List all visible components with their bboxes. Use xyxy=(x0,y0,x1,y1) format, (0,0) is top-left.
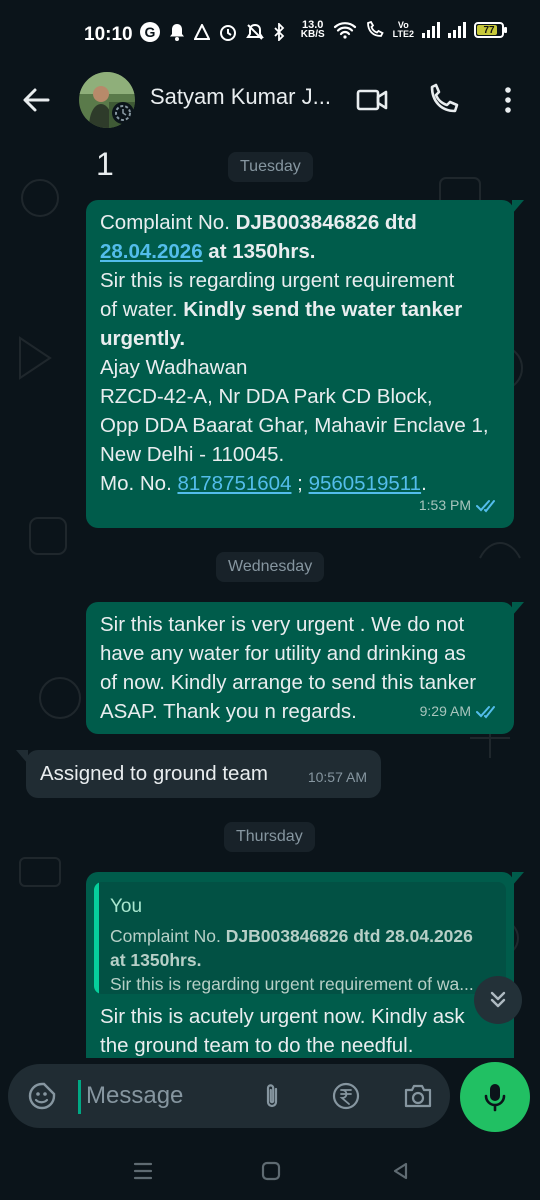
quote-bar xyxy=(94,882,99,994)
message-input-container[interactable]: Message xyxy=(8,1064,450,1128)
status-bar: 10:10 G 13.0 KB/S Vo LTE2 77 xyxy=(0,0,540,70)
navigation-arrow-icon xyxy=(194,24,210,40)
read-receipt-icon xyxy=(476,499,495,512)
outgoing-message-reply[interactable]: You Complaint No. DJB003846826 dtd 28.04… xyxy=(86,872,524,1058)
alarm-icon xyxy=(220,25,236,41)
outgoing-message-complaint[interactable]: Complaint No. DJB003846826 dtd 28.04.202… xyxy=(86,200,524,528)
date-chip-thursday: Thursday xyxy=(224,822,315,852)
message-text: Assigned to ground team xyxy=(40,762,268,785)
rupee-payment-icon[interactable] xyxy=(328,1078,364,1114)
notification-bell-icon xyxy=(170,24,184,41)
battery-level: 77 xyxy=(483,24,495,36)
mic-icon xyxy=(484,1084,506,1112)
home-icon[interactable] xyxy=(256,1156,286,1186)
wifi-icon xyxy=(333,22,356,39)
date-chip-wednesday: Wednesday xyxy=(216,552,325,582)
system-nav-bar xyxy=(0,1138,540,1200)
quoted-message[interactable]: You Complaint No. DJB003846826 dtd 28.04… xyxy=(94,882,506,994)
stray-text: 1 xyxy=(96,146,114,182)
message-text: Complaint No. DJB003846826 dtd 28.04.202… xyxy=(100,211,489,495)
message-meta: 10:57 AM xyxy=(308,763,367,792)
message-time: 9:29 AM xyxy=(419,703,471,719)
call-icon xyxy=(366,21,384,37)
message-composer: Message xyxy=(0,1058,540,1138)
status-right-icons: 13.0 KB/S Vo LTE2 77 xyxy=(300,19,507,40)
status-time: 10:10 xyxy=(84,24,133,45)
signal-icon xyxy=(422,22,440,38)
emoji-sticker-icon[interactable] xyxy=(24,1078,60,1114)
bubble-tail xyxy=(16,750,28,764)
chat-header: Satyam Kumar J... xyxy=(0,70,540,130)
bubble-tail xyxy=(512,602,524,616)
bubble-tail xyxy=(512,872,524,886)
recent-apps-icon[interactable] xyxy=(128,1156,158,1186)
date-link[interactable]: 28.04.2026 xyxy=(100,240,203,263)
message-meta: 1:53 PM xyxy=(419,491,500,520)
bubble-tail xyxy=(512,200,524,214)
status-left-icons: G xyxy=(140,22,285,42)
battery-icon: 77 xyxy=(474,22,507,38)
quote-text: Complaint No. DJB003846826 dtd 28.04.202… xyxy=(110,926,474,994)
back-arrow-icon[interactable] xyxy=(18,82,54,118)
incoming-message-assigned[interactable]: Assigned to ground team 10:57 AM xyxy=(16,750,381,798)
read-receipt-icon xyxy=(476,705,495,718)
phone-link-2[interactable]: 9560519511 xyxy=(309,472,422,495)
camera-icon[interactable] xyxy=(400,1078,436,1114)
message-time: 1:53 PM xyxy=(418,497,471,513)
bluetooth-icon xyxy=(274,23,285,41)
date-chip-tuesday: Tuesday xyxy=(228,152,313,182)
scroll-to-bottom-button[interactable] xyxy=(474,976,522,1024)
voice-message-button[interactable] xyxy=(460,1062,530,1132)
attach-icon[interactable] xyxy=(254,1078,290,1114)
more-options-icon[interactable] xyxy=(490,82,526,118)
quote-author: You xyxy=(110,896,143,917)
outgoing-message-urgent[interactable]: Sir this tanker is very urgent . We do n… xyxy=(86,602,524,734)
back-nav-icon[interactable] xyxy=(386,1156,416,1186)
status-ring-icon xyxy=(112,102,134,124)
chat-area[interactable]: 1 Tuesday Complaint No. DJB003846826 dtd… xyxy=(0,138,540,1058)
message-text: Sir this is acutely urgent now. Kindly a… xyxy=(100,1005,465,1057)
text-caret xyxy=(78,1080,81,1114)
message-time: 10:57 AM xyxy=(307,769,367,785)
volte-label: Vo LTE2 xyxy=(392,20,414,39)
signal-icon xyxy=(448,22,466,38)
voice-call-icon[interactable] xyxy=(424,82,460,118)
message-input[interactable]: Message xyxy=(86,1082,183,1110)
google-icon: G xyxy=(140,22,160,42)
phone-link-1[interactable]: 8178751604 xyxy=(177,472,291,495)
double-chevron-down-icon xyxy=(490,991,506,1008)
video-call-icon[interactable] xyxy=(354,82,390,118)
message-meta: 9:29 AM xyxy=(420,697,500,726)
contact-name[interactable]: Satyam Kumar J... xyxy=(150,84,331,110)
mute-icon xyxy=(246,23,264,40)
network-speed: 13.0 KB/S xyxy=(300,19,325,40)
